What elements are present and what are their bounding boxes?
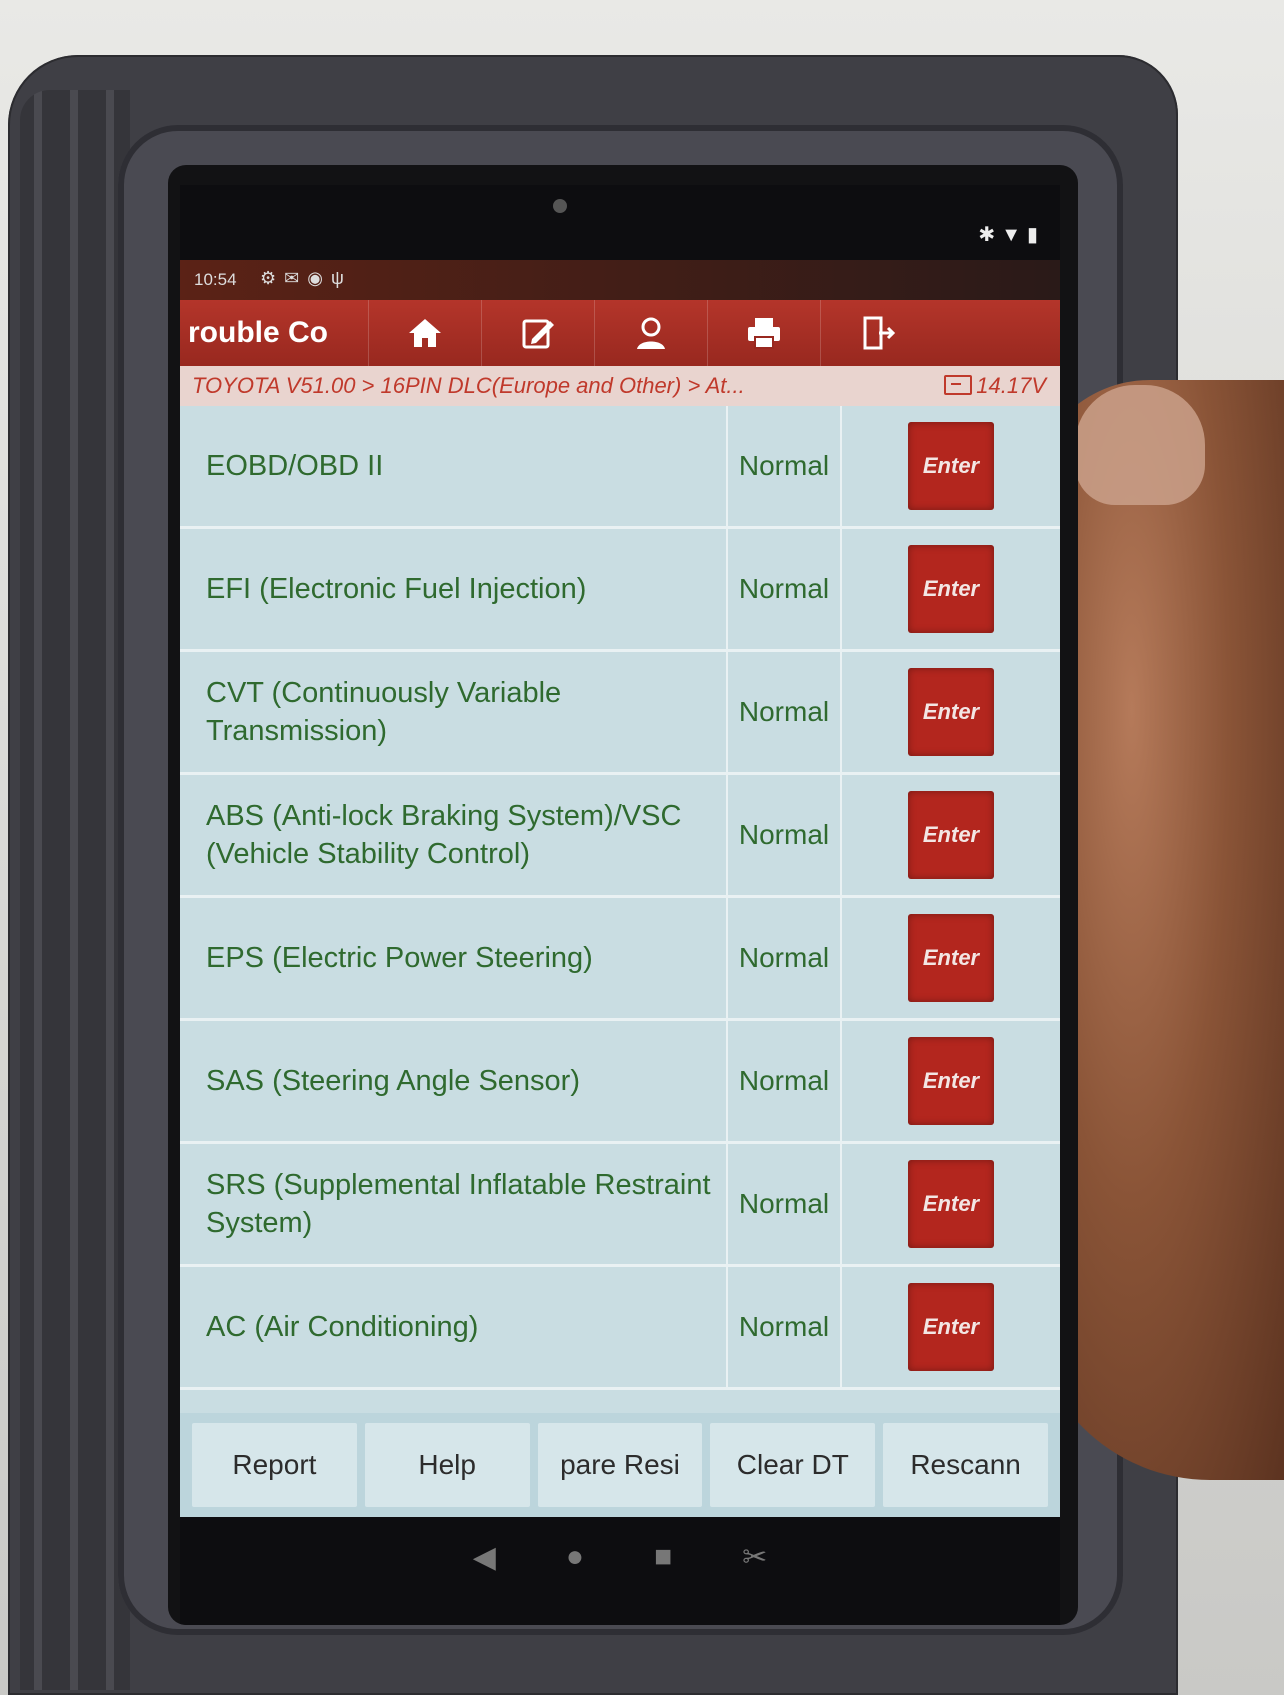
edit-report-icon bbox=[522, 319, 554, 349]
table-row: EOBD/OBD II Normal Enter bbox=[180, 406, 1060, 529]
settings-icon: ⚙ bbox=[260, 268, 285, 288]
table-row: AC (Air Conditioning) Normal Enter bbox=[180, 1267, 1060, 1390]
breadcrumb: TOYOTA V51.00 > 16PIN DLC(Europe and Oth… bbox=[192, 373, 745, 398]
system-name: SRS (Supplemental Inflatable Restraint S… bbox=[180, 1144, 728, 1264]
system-status: Normal bbox=[728, 1021, 842, 1141]
front-camera bbox=[553, 199, 567, 213]
enter-button[interactable]: Enter bbox=[908, 1160, 994, 1248]
system-name: EFI (Electronic Fuel Injection) bbox=[180, 529, 728, 649]
bluetooth-icon: ✱ bbox=[978, 224, 1002, 246]
enter-button[interactable]: Enter bbox=[908, 668, 994, 756]
rescan-button[interactable]: Rescann bbox=[883, 1423, 1048, 1507]
back-icon[interactable]: ◀ bbox=[473, 1540, 496, 1575]
exit-button[interactable] bbox=[820, 300, 933, 366]
print-button[interactable] bbox=[707, 300, 820, 366]
vci-icon: ψ bbox=[330, 268, 352, 288]
enter-button[interactable]: Enter bbox=[908, 1283, 994, 1371]
user-icon bbox=[637, 317, 665, 349]
system-status: Normal bbox=[728, 406, 842, 526]
enter-button[interactable]: Enter bbox=[908, 422, 994, 510]
wifi-icon: ▼ bbox=[1001, 224, 1027, 246]
table-row: CVT (Continuously Variable Transmission)… bbox=[180, 652, 1060, 775]
system-status: Normal bbox=[728, 775, 842, 895]
report-button[interactable]: Report bbox=[192, 1423, 357, 1507]
table-row: ABS (Anti-lock Braking System)/VSC (Vehi… bbox=[180, 775, 1060, 898]
system-name: ABS (Anti-lock Braking System)/VSC (Vehi… bbox=[180, 775, 728, 895]
exit-icon bbox=[863, 316, 896, 350]
system-list: EOBD/OBD II Normal Enter EFI (Electronic… bbox=[180, 406, 1060, 1413]
system-name: SAS (Steering Angle Sensor) bbox=[180, 1021, 728, 1141]
system-name: EOBD/OBD II bbox=[180, 406, 728, 526]
car-battery-icon bbox=[944, 375, 973, 395]
table-row: EFI (Electronic Fuel Injection) Normal E… bbox=[180, 529, 1060, 652]
printer-icon bbox=[748, 318, 780, 349]
user-button[interactable] bbox=[594, 300, 707, 366]
compare-results-button[interactable]: pare Resi bbox=[537, 1423, 703, 1507]
system-status: Normal bbox=[728, 1267, 842, 1387]
home-circle-icon[interactable]: ● bbox=[566, 1540, 584, 1574]
system-name: CVT (Continuously Variable Transmission) bbox=[180, 652, 728, 772]
help-button[interactable]: Help bbox=[364, 1423, 530, 1507]
home-icon bbox=[409, 319, 441, 347]
case-ribs bbox=[20, 90, 130, 1690]
table-row: SRS (Supplemental Inflatable Restraint S… bbox=[180, 1144, 1060, 1267]
thumb-nail bbox=[1075, 385, 1205, 505]
android-nav-bar: ◀ ● ■ ✂ bbox=[180, 1517, 1060, 1597]
page-title: rouble Co bbox=[188, 316, 328, 349]
home-button[interactable] bbox=[368, 300, 481, 366]
battery-icon: ▮ bbox=[1026, 224, 1044, 246]
system-status: Normal bbox=[728, 529, 842, 649]
clear-dtc-button[interactable]: Clear DT bbox=[710, 1423, 876, 1507]
screenshot-icon[interactable]: ✂ bbox=[742, 1540, 767, 1575]
table-row: EPS (Electric Power Steering) Normal Ent… bbox=[180, 898, 1060, 1021]
enter-button[interactable]: Enter bbox=[908, 914, 994, 1002]
system-status: Normal bbox=[728, 652, 842, 772]
status-bar: 10:54 ⚙✉◉ψ ✱▼▮ bbox=[180, 224, 1060, 300]
system-name: EPS (Electric Power Steering) bbox=[180, 898, 728, 1018]
device-glass: 10:54 ⚙✉◉ψ ✱▼▮ rouble Co TOYOTA V51.00 >… bbox=[168, 165, 1078, 1625]
system-status: Normal bbox=[728, 898, 842, 1018]
edit-report-button[interactable] bbox=[481, 300, 594, 366]
recents-icon[interactable]: ■ bbox=[654, 1540, 672, 1574]
system-status: Normal bbox=[728, 1144, 842, 1264]
system-name: AC (Air Conditioning) bbox=[180, 1267, 728, 1387]
mail-icon: ✉ bbox=[284, 268, 308, 288]
app-header: rouble Co bbox=[180, 300, 1060, 366]
status-time: 10:54 bbox=[194, 270, 237, 289]
bottom-toolbar: Report Help pare Resi Clear DT Rescann bbox=[180, 1413, 1060, 1517]
device-screen: 10:54 ⚙✉◉ψ ✱▼▮ rouble Co TOYOTA V51.00 >… bbox=[180, 185, 1060, 1625]
obd-icon: ◉ bbox=[307, 268, 331, 288]
enter-button[interactable]: Enter bbox=[908, 545, 994, 633]
battery-voltage: 14.17V bbox=[944, 373, 1060, 399]
enter-button[interactable]: Enter bbox=[908, 1037, 994, 1125]
voltage-value: 14.17V bbox=[976, 373, 1046, 398]
enter-button[interactable]: Enter bbox=[908, 791, 994, 879]
table-row: SAS (Steering Angle Sensor) Normal Enter bbox=[180, 1021, 1060, 1144]
status-right-icons: ✱▼▮ bbox=[978, 222, 1044, 247]
status-left-icons: ⚙✉◉ψ bbox=[260, 268, 352, 289]
breadcrumb-bar: TOYOTA V51.00 > 16PIN DLC(Europe and Oth… bbox=[180, 366, 1060, 406]
